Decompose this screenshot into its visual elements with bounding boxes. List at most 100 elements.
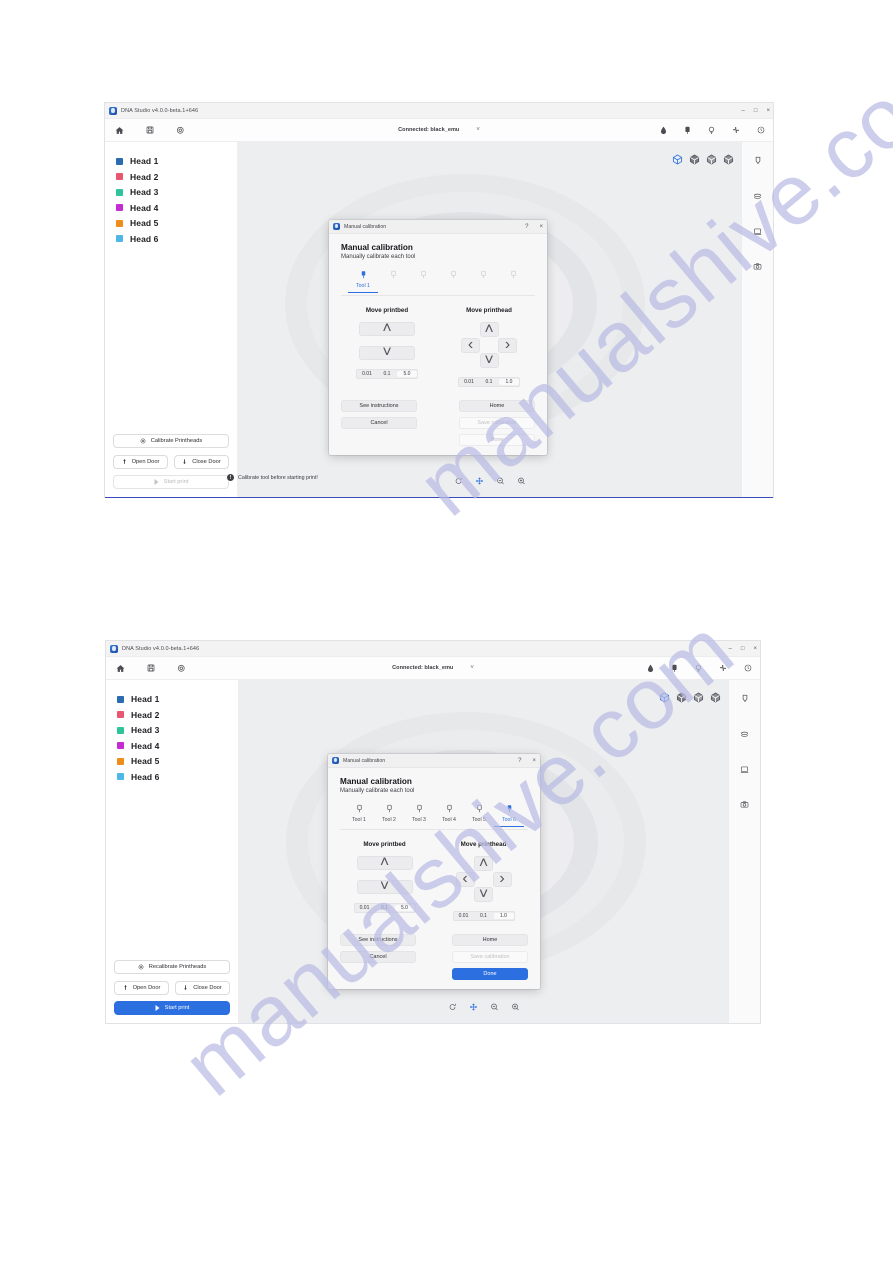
monitor-icon[interactable] (753, 223, 762, 241)
printhead-step-1[interactable]: 0.1 (474, 913, 494, 919)
list-item[interactable]: Head 3 (116, 187, 237, 197)
printbed-down-button[interactable]: ˅ (359, 344, 415, 361)
layers-icon[interactable] (740, 726, 749, 744)
tab-tool-5[interactable]: Tool 5 (464, 804, 494, 827)
help-icon[interactable]: ? (525, 224, 528, 230)
printbed-step-1[interactable]: 0.1 (375, 905, 395, 911)
see-instructions-button[interactable]: See instructions (341, 400, 417, 412)
tab-tool-1[interactable]: Tool 1 (344, 804, 374, 827)
printbed-step-0[interactable]: 0.01 (355, 905, 375, 911)
list-item[interactable]: Head 6 (117, 772, 238, 782)
printhead-left-button[interactable]: ‹ (461, 336, 480, 353)
cube-view-side[interactable] (706, 152, 717, 165)
fan-icon[interactable] (732, 126, 740, 134)
cancel-button[interactable]: Cancel (341, 417, 417, 429)
cube-view-iso[interactable] (659, 690, 670, 703)
chevron-down-icon[interactable]: ˅ (470, 665, 474, 671)
maximize-icon[interactable]: □ (741, 646, 745, 652)
start-print-button[interactable]: Start print (114, 1001, 230, 1015)
tab-tool-5[interactable]: Tool 5 (468, 270, 498, 293)
help-icon[interactable]: ? (518, 758, 521, 764)
printbed-up-button[interactable]: ˄ (356, 854, 413, 871)
camera-icon[interactable] (753, 258, 762, 276)
close-door-button[interactable]: Close Door (174, 455, 229, 469)
rotate-icon[interactable] (448, 998, 456, 1016)
close-icon[interactable]: × (532, 758, 536, 764)
home-button[interactable]: Home (459, 400, 535, 412)
printhead-up-button[interactable]: ˄ (474, 855, 493, 872)
tab-tool-3[interactable]: Tool 3 (408, 270, 438, 293)
tab-tool-4[interactable]: Tool 4 (438, 270, 468, 293)
close-icon[interactable]: × (753, 646, 757, 652)
cube-view-top[interactable] (723, 152, 734, 165)
printbed-step-1[interactable]: 0.1 (377, 371, 397, 377)
printbed-step-2[interactable]: 5.0 (397, 371, 417, 377)
save-icon[interactable] (146, 126, 154, 134)
calibrate-printheads-button[interactable]: Calibrate Printheads (113, 434, 229, 448)
home-button[interactable]: Home (452, 934, 528, 946)
printhead-icon[interactable] (684, 126, 691, 135)
tab-tool-3[interactable]: Tool 3 (404, 804, 434, 827)
printhead-step-selector[interactable]: 0.01 0.1 1.0 (452, 911, 515, 921)
cube-view-side[interactable] (693, 690, 704, 703)
droplet-icon[interactable] (647, 664, 654, 673)
minimize-icon[interactable]: – (729, 646, 732, 652)
pan-icon[interactable] (475, 472, 483, 490)
printbed-step-selector[interactable]: 0.01 0.1 5.0 (356, 369, 418, 379)
fan-icon[interactable] (719, 664, 727, 672)
printhead-down-button[interactable]: ˅ (479, 352, 499, 369)
list-item[interactable]: Head 6 (116, 234, 237, 244)
list-item[interactable]: Head 2 (117, 710, 238, 720)
printhead-step-0[interactable]: 0.01 (454, 913, 474, 919)
droplet-icon[interactable] (660, 126, 667, 135)
start-print-button[interactable]: Start print (113, 475, 229, 489)
printhead-step-0[interactable]: 0.01 (459, 379, 479, 385)
printhead-icon[interactable] (754, 153, 762, 171)
done-button[interactable]: Done (452, 968, 528, 980)
printhead-up-button[interactable]: ˄ (479, 321, 499, 338)
zoom-in-icon[interactable] (511, 998, 519, 1016)
printhead-left-button[interactable]: ‹ (455, 870, 475, 887)
open-door-button[interactable]: Open Door (114, 981, 169, 995)
list-item[interactable]: Head 5 (116, 218, 237, 228)
printbed-step-selector[interactable]: 0.01 0.1 5.0 (353, 903, 416, 913)
list-item[interactable]: Head 4 (117, 741, 238, 751)
settings-icon[interactable] (176, 126, 185, 135)
tab-tool-6[interactable]: Tool 6 (494, 804, 524, 827)
connection-status[interactable]: Connected: black_emu ˅ (398, 127, 480, 133)
list-item[interactable]: Head 4 (116, 203, 237, 213)
done-button[interactable]: Done (459, 434, 535, 446)
printhead-right-button[interactable]: › (498, 336, 517, 353)
cube-view-front[interactable] (676, 690, 687, 703)
home-icon[interactable] (116, 664, 125, 673)
cube-view-iso[interactable] (672, 152, 683, 165)
layers-icon[interactable] (753, 188, 762, 206)
monitor-icon[interactable] (740, 761, 749, 779)
zoom-out-icon[interactable] (490, 998, 498, 1016)
save-calibration-button[interactable]: Save calibration (459, 417, 535, 429)
lightbulb-icon[interactable] (708, 126, 715, 135)
lightbulb-icon[interactable] (695, 664, 702, 673)
pan-icon[interactable] (469, 998, 477, 1016)
chevron-down-icon[interactable]: ˅ (476, 127, 480, 133)
zoom-out-icon[interactable] (496, 472, 504, 490)
cube-view-top[interactable] (710, 690, 721, 703)
camera-icon[interactable] (740, 796, 749, 814)
list-item[interactable]: Head 1 (117, 694, 238, 704)
settings-icon[interactable] (177, 664, 186, 673)
printhead-step-selector[interactable]: 0.01 0.1 1.0 (458, 377, 520, 387)
cube-view-front[interactable] (689, 152, 700, 165)
printbed-step-0[interactable]: 0.01 (357, 371, 377, 377)
timer-icon[interactable] (744, 664, 752, 672)
tab-tool-2[interactable]: Tool 2 (374, 804, 404, 827)
timer-icon[interactable] (757, 126, 765, 134)
connection-status[interactable]: Connected: black_emu ˅ (392, 665, 474, 671)
minimize-icon[interactable]: – (742, 108, 745, 114)
printbed-up-button[interactable]: ˄ (359, 320, 415, 337)
printbed-step-2[interactable]: 5.0 (394, 905, 415, 911)
zoom-in-icon[interactable] (517, 472, 525, 490)
see-instructions-button[interactable]: See instructions (340, 934, 416, 946)
tab-tool-2[interactable]: Tool 2 (378, 270, 408, 293)
recalibrate-printheads-button[interactable]: Recalibrate Printheads (114, 960, 230, 974)
tab-tool-4[interactable]: Tool 4 (434, 804, 464, 827)
